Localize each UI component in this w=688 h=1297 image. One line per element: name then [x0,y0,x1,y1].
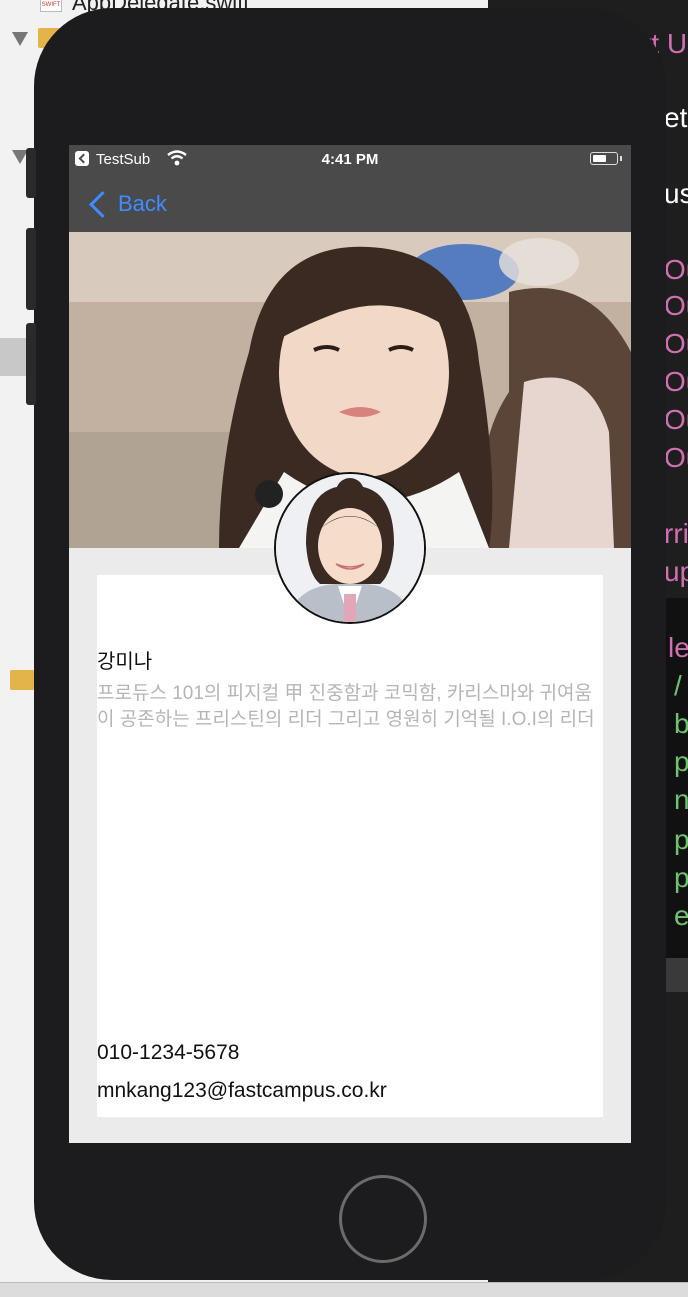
code-fragment: n [674,784,688,815]
battery-icon [590,152,618,165]
code-fragment: b [674,708,688,739]
volume-down-button [26,323,36,405]
home-button[interactable] [339,1175,427,1263]
code-fragment: rri [664,518,688,549]
swift-file-icon: SWIFT [40,0,62,12]
profile-phone[interactable]: 010-1234-5678 [97,1041,239,1065]
status-bar: TestSub 4:41 PM [69,145,631,173]
code-fragment: Ou [664,328,688,359]
profile-email[interactable]: mnkang123@fastcampus.co.kr [97,1079,387,1103]
profile-description: 프로듀스 101의 피지컬 甲 진중함과 코믹함, 카리스마와 귀여움이 공존하… [97,683,595,730]
profile-card: 강미나 프로듀스 101의 피지컬 甲 진중함과 코믹함, 카리스마와 귀여움이… [97,575,603,1117]
code-fragment: le [668,632,688,663]
code-fragment: us [664,178,688,209]
mute-switch [26,148,36,198]
back-button[interactable]: Back [87,190,167,218]
code-fragment: et [664,102,688,133]
battery-tip [620,156,622,161]
code-fragment: p [674,862,688,893]
back-label: Back [118,191,167,216]
xcode-bottom-bar [0,1282,688,1297]
volume-up-button [26,228,36,310]
navigation-bar: Back [69,173,631,232]
profile-name: 강미나 [97,651,153,673]
code-fragment: e [674,900,688,931]
status-time: 4:41 PM [321,151,379,168]
back-chevron-icon [89,190,116,218]
code-fragment: Ou [664,442,688,473]
code-fragment: up [664,556,688,587]
disclosure-triangle-icon[interactable] [12,32,28,46]
code-fragment: Ou [664,404,688,435]
code-fragment: Ou [664,290,688,321]
simulator-screen: TestSub 4:41 PM Back 강미나 프로듀스 101의 피지컬 甲… [69,145,631,1143]
code-fragment: / [674,670,682,701]
code-fragment: p [674,824,688,855]
code-fragment: p [674,746,688,777]
code-fragment: Ou [664,254,688,285]
code-fragment: Ou [664,366,688,397]
profile-avatar[interactable] [274,472,426,624]
folder-icon [10,670,36,690]
editor-divider [666,958,688,992]
avatar-illustration [276,474,424,622]
battery-level [593,155,606,162]
